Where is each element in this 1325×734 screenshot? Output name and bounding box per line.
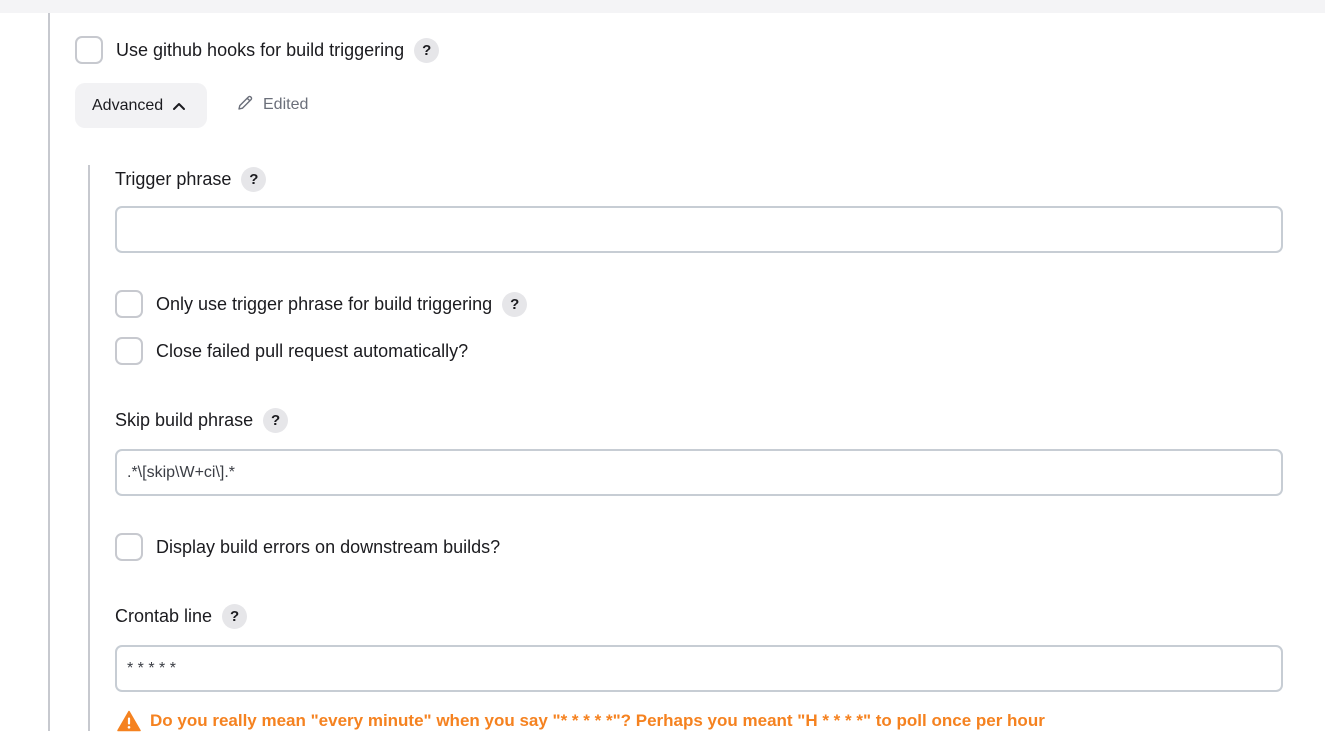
only-trigger-label: Only use trigger phrase for build trigge… [156, 293, 493, 314]
top-bar [0, 0, 1325, 13]
only-trigger-help-icon[interactable]: ? [502, 291, 528, 317]
warning-triangle-icon [117, 710, 141, 732]
github-hooks-label: Use github hooks for build triggering [116, 39, 405, 60]
only-trigger-checkbox[interactable] [115, 290, 143, 318]
advanced-label: Advanced [92, 96, 164, 114]
chevron-up-icon [172, 99, 186, 113]
edited-label: Edited [263, 96, 309, 113]
trigger-phrase-label-row: Trigger phrase ? [115, 165, 267, 193]
close-failed-checkbox[interactable] [115, 337, 143, 365]
advanced-section-rule [88, 165, 90, 731]
display-errors-row: Display build errors on downstream build… [115, 533, 500, 561]
crontab-help-icon[interactable]: ? [222, 603, 248, 629]
trigger-phrase-input[interactable] [115, 206, 1283, 253]
github-hooks-help-icon[interactable]: ? [414, 37, 440, 63]
github-hooks-checkbox[interactable] [75, 36, 103, 64]
close-failed-row: Close failed pull request automatically? [115, 337, 468, 365]
skip-build-input[interactable] [115, 449, 1283, 496]
trigger-phrase-help-icon[interactable]: ? [241, 166, 267, 192]
only-trigger-row: Only use trigger phrase for build trigge… [115, 290, 528, 318]
close-failed-label: Close failed pull request automatically? [156, 340, 469, 361]
section-rule [48, 13, 50, 731]
trigger-phrase-label: Trigger phrase [115, 168, 232, 189]
crontab-label-row: Crontab line ? [115, 602, 248, 630]
edited-indicator: Edited [236, 94, 308, 116]
display-errors-checkbox[interactable] [115, 533, 143, 561]
skip-build-label-row: Skip build phrase ? [115, 406, 289, 434]
crontab-input[interactable] [115, 645, 1283, 692]
pencil-icon [236, 94, 254, 117]
crontab-label: Crontab line [115, 605, 213, 626]
crontab-warning: Do you really mean "every minute" when y… [117, 708, 1045, 734]
github-hooks-row: Use github hooks for build triggering ? [75, 36, 440, 64]
skip-build-help-icon[interactable]: ? [263, 407, 289, 433]
advanced-button[interactable]: Advanced [75, 83, 207, 128]
display-errors-label: Display build errors on downstream build… [156, 536, 501, 557]
crontab-warning-text: Do you really mean "every minute" when y… [150, 711, 1045, 730]
skip-build-label: Skip build phrase [115, 409, 254, 430]
